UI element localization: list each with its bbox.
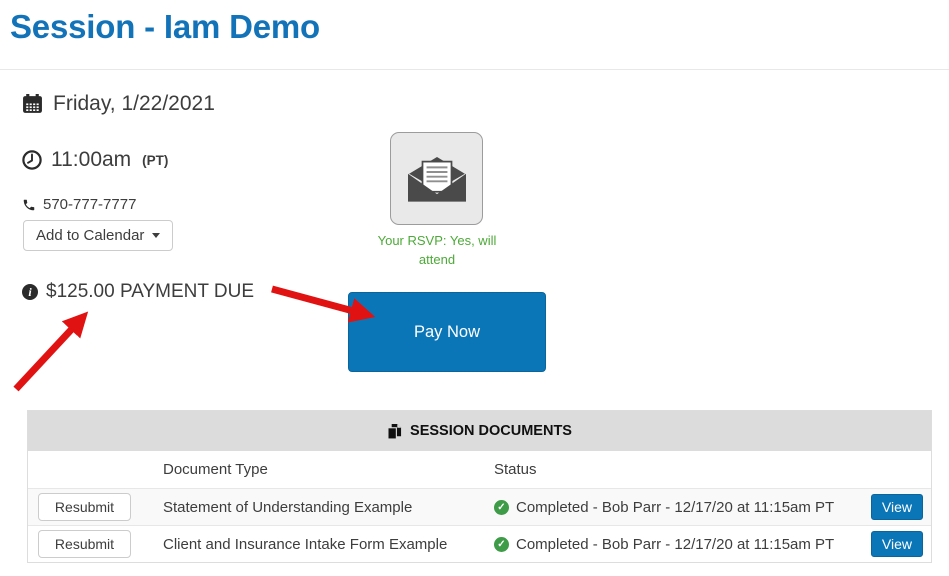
session-documents-header: SESSION DOCUMENTS	[28, 411, 931, 451]
chevron-down-icon	[152, 233, 160, 238]
view-button[interactable]: View	[871, 494, 923, 520]
session-detail-page: Session - Iam Demo Friday, 1/22/2021	[0, 0, 949, 576]
payment-due-text: $125.00 PAYMENT DUE	[46, 281, 254, 303]
arrow-to-payment-due	[16, 317, 83, 389]
table-row: Resubmit Client and Insurance Intake For…	[28, 525, 931, 562]
session-documents-title: SESSION DOCUMENTS	[410, 423, 572, 439]
completed-check-icon: ✓	[494, 500, 509, 515]
session-date-row: Friday, 1/22/2021	[22, 92, 215, 116]
session-timezone: (PT)	[142, 153, 168, 168]
column-header-status: Status	[494, 461, 861, 478]
rsvp-status-line2: attend	[368, 251, 506, 270]
pay-now-label: Pay Now	[414, 323, 480, 342]
document-status-cell: Completed - Bob Parr - 12/17/20 at 11:15…	[516, 536, 834, 553]
rsvp-status-line1: Your RSVP: Yes, will	[368, 232, 506, 251]
phone-icon	[22, 198, 36, 212]
rsvp-envelope-button[interactable]	[390, 132, 483, 225]
documents-column-headers: Document Type Status	[28, 451, 931, 488]
document-type-cell: Client and Insurance Intake Form Example	[163, 536, 494, 553]
title-divider	[0, 69, 949, 70]
resubmit-button[interactable]: Resubmit	[38, 530, 131, 558]
session-phone: 570-777-7777	[43, 196, 136, 213]
session-time-row: 11:00am (PT)	[22, 148, 168, 172]
pay-now-button[interactable]: Pay Now	[348, 292, 546, 372]
add-to-calendar-label: Add to Calendar	[36, 227, 144, 244]
rsvp-status-text: Your RSVP: Yes, will attend	[368, 232, 506, 270]
document-type-cell: Statement of Understanding Example	[163, 499, 494, 516]
resubmit-button[interactable]: Resubmit	[38, 493, 131, 521]
session-documents-table: SESSION DOCUMENTS Document Type Status R…	[27, 410, 932, 563]
documents-icon	[387, 424, 402, 439]
view-button[interactable]: View	[871, 531, 923, 557]
document-status-cell: Completed - Bob Parr - 12/17/20 at 11:15…	[516, 499, 834, 516]
clock-icon	[22, 150, 42, 170]
session-time: 11:00am	[51, 148, 131, 172]
payment-due-row: i $125.00 PAYMENT DUE	[22, 281, 254, 303]
calendar-icon	[22, 94, 43, 115]
session-date: Friday, 1/22/2021	[53, 92, 215, 116]
open-envelope-icon	[408, 155, 466, 203]
add-to-calendar-button[interactable]: Add to Calendar	[23, 220, 173, 251]
page-title: Session - Iam Demo	[10, 8, 320, 46]
column-header-document-type: Document Type	[163, 461, 494, 478]
session-phone-row: 570-777-7777	[22, 196, 136, 213]
info-icon: i	[22, 284, 38, 300]
completed-check-icon: ✓	[494, 537, 509, 552]
table-row: Resubmit Statement of Understanding Exam…	[28, 488, 931, 525]
